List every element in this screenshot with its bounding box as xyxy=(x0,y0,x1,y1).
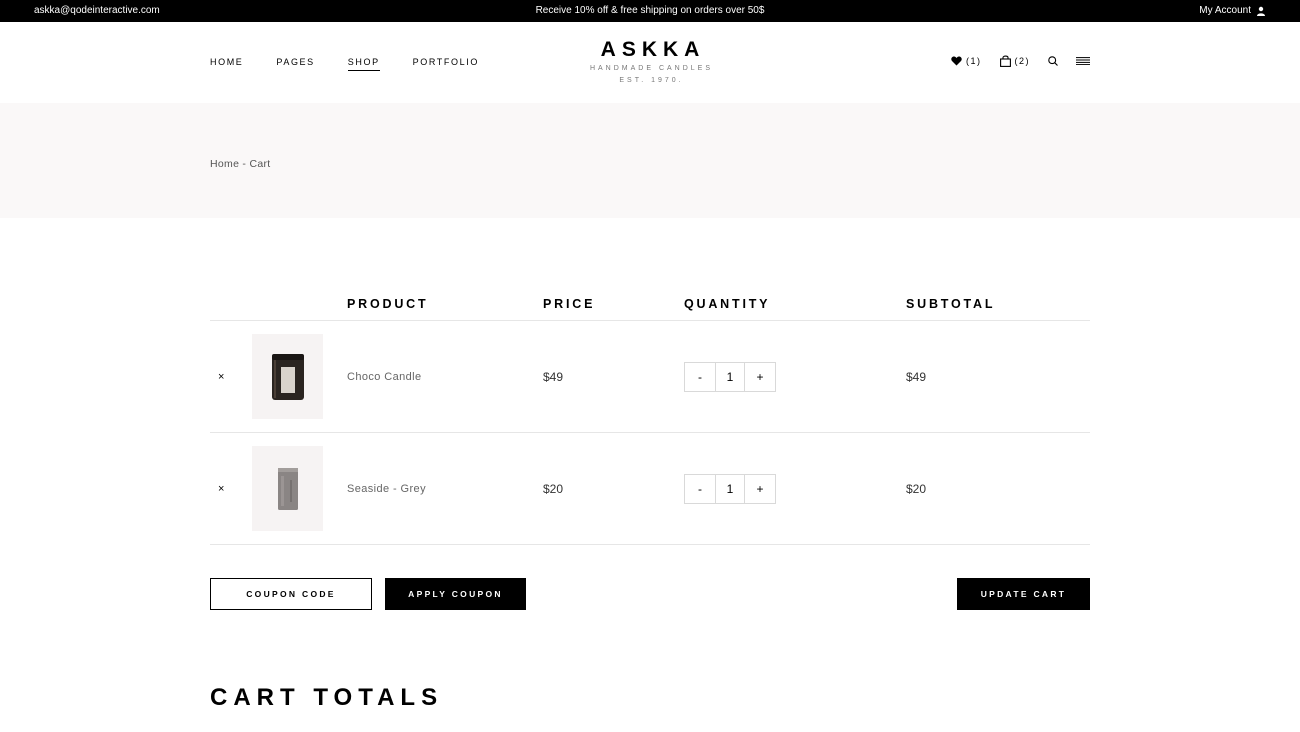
menu-button[interactable] xyxy=(1076,57,1090,65)
logo-est: EST. 1970. xyxy=(619,77,684,84)
cart-table: PRODUCT PRICE QUANTITY SUBTOTAL × Choco … xyxy=(210,295,1090,545)
coupon-code-input[interactable]: COUPON CODE xyxy=(210,578,372,610)
cart-button[interactable]: (2) xyxy=(999,55,1031,67)
cart-row: × Choco Candle $49 - 1 + $49 xyxy=(210,321,1090,433)
quantity-increase-button[interactable]: + xyxy=(745,363,775,391)
cart-totals-heading: CART TOTALS xyxy=(210,684,444,711)
logo-name: ASKKA xyxy=(600,38,706,61)
product-name[interactable]: Choco Candle xyxy=(347,371,422,383)
quantity-stepper: - 1 + xyxy=(684,362,776,392)
wishlist-count: (1) xyxy=(966,56,982,66)
heart-icon xyxy=(951,56,962,66)
quantity-increase-button[interactable]: + xyxy=(745,475,775,503)
product-name[interactable]: Seaside - Grey xyxy=(347,483,426,495)
product-subtotal: $20 xyxy=(906,482,927,496)
quantity-stepper: - 1 + xyxy=(684,474,776,504)
header-subtotal: SUBTOTAL xyxy=(906,297,996,311)
quantity-input[interactable]: 1 xyxy=(715,363,745,391)
pillar-candle-image xyxy=(277,467,298,510)
remove-item-button[interactable]: × xyxy=(218,371,224,383)
logo[interactable]: ASKKA HANDMADE CANDLES EST. 1970. xyxy=(0,38,1300,86)
quantity-decrease-button[interactable]: - xyxy=(685,475,715,503)
user-icon xyxy=(1257,6,1265,16)
promo-text: Receive 10% off & free shipping on order… xyxy=(535,5,765,16)
header-icons: (1) (2) xyxy=(933,55,1090,67)
my-account-link[interactable]: My Account xyxy=(1199,5,1266,16)
update-cart-button[interactable]: UPDATE CART xyxy=(957,578,1090,610)
product-price: $20 xyxy=(543,482,564,496)
cart-table-header: PRODUCT PRICE QUANTITY SUBTOTAL xyxy=(210,295,1090,321)
product-thumbnail[interactable] xyxy=(252,334,323,419)
product-price: $49 xyxy=(543,370,564,384)
quantity-decrease-button[interactable]: - xyxy=(685,363,715,391)
cart-row: × Seaside - Grey $20 - 1 + $20 xyxy=(210,433,1090,545)
cart-actions: COUPON CODE APPLY COUPON UPDATE CART xyxy=(210,578,1090,610)
product-thumbnail[interactable] xyxy=(252,446,323,531)
page-title-area: Home - Cart xyxy=(0,103,1300,218)
my-account-label: My Account xyxy=(1199,5,1251,16)
quantity-input[interactable]: 1 xyxy=(715,475,745,503)
search-button[interactable] xyxy=(1048,56,1058,66)
menu-icon xyxy=(1076,57,1090,65)
apply-coupon-button[interactable]: APPLY COUPON xyxy=(385,578,526,610)
cart-count: (2) xyxy=(1014,56,1030,66)
search-icon xyxy=(1048,56,1058,66)
wishlist-button[interactable]: (1) xyxy=(951,56,982,66)
header-quantity: QUANTITY xyxy=(684,297,771,311)
candle-jar-image xyxy=(271,353,304,400)
breadcrumb[interactable]: Home - Cart xyxy=(210,158,270,170)
header-price: PRICE xyxy=(543,297,596,311)
top-bar: askka@qodeinteractive.com Receive 10% of… xyxy=(0,0,1300,22)
bag-icon xyxy=(999,55,1011,67)
product-subtotal: $49 xyxy=(906,370,927,384)
logo-tagline: HANDMADE CANDLES xyxy=(589,65,714,72)
remove-item-button[interactable]: × xyxy=(218,483,224,495)
header-product: PRODUCT xyxy=(347,297,429,311)
